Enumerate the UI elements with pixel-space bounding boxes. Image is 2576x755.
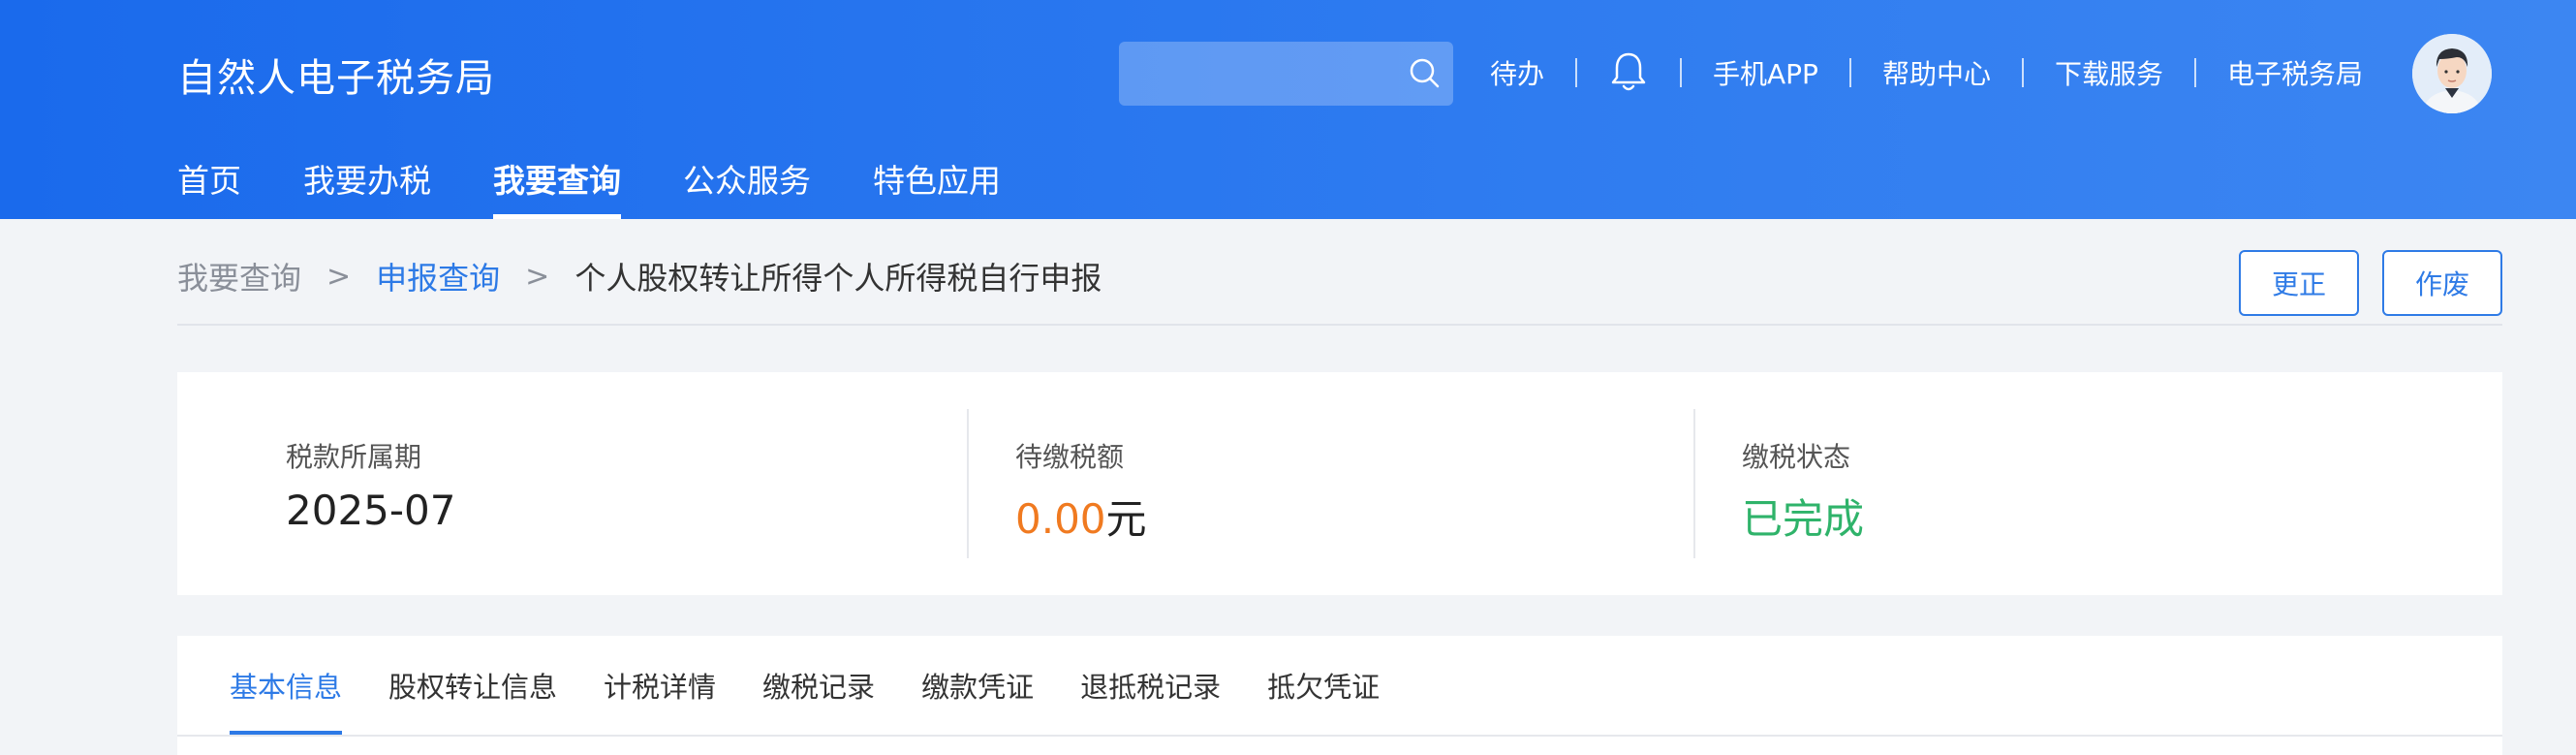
summary-card: 税款所属期 2025-07 待缴税额 0.00元 缴税状态 已完成 — [177, 372, 2502, 595]
top-links: 待办 手机APP 帮助中心 下载服务 电子税务局 — [1482, 39, 2394, 107]
breadcrumb-item-current: 个人股权转让所得个人所得税自行申报 — [574, 260, 1102, 297]
tab-basic-info[interactable]: 基本信息 — [230, 665, 343, 735]
main-nav: 首页 我要办税 我要查询 公众服务 特色应用 — [177, 155, 1063, 219]
tab-payment-records[interactable]: 缴税记录 — [762, 665, 875, 735]
divider — [177, 735, 2502, 737]
nav-public-service[interactable]: 公众服务 — [683, 155, 811, 219]
e-tax-bureau-link[interactable]: 电子税务局 — [2196, 53, 2394, 92]
correct-button[interactable]: 更正 — [2239, 250, 2359, 316]
amount-due-label: 待缴税额 — [1015, 441, 1125, 473]
divider — [1575, 58, 1578, 87]
amount-due-unit: 元 — [1105, 495, 1147, 543]
bell-icon[interactable] — [1606, 48, 1651, 97]
payment-status-label: 缴税状态 — [1742, 441, 1851, 473]
amount-due-value: 0.00元 — [1015, 487, 1147, 546]
todo-link[interactable]: 待办 — [1482, 53, 1575, 92]
tab-payment-voucher[interactable]: 缴款凭证 — [921, 665, 1034, 735]
chevron-right-icon: > — [525, 259, 550, 294]
void-button[interactable]: 作废 — [2382, 250, 2502, 316]
search-icon[interactable] — [1405, 53, 1445, 94]
detail-tabs-card: 基本信息 股权转让信息 计税详情 缴税记录 缴款凭证 退抵税记录 抵欠凭证 — [177, 636, 2502, 755]
download-service-link[interactable]: 下载服务 — [2024, 53, 2194, 92]
tab-tax-calculation[interactable]: 计税详情 — [604, 665, 716, 735]
help-center-link[interactable]: 帮助中心 — [1851, 53, 2022, 92]
nav-query[interactable]: 我要查询 — [493, 155, 621, 219]
amount-due-number: 0.00 — [1015, 495, 1106, 543]
tax-period-label: 税款所属期 — [286, 441, 422, 473]
payment-status-value: 已完成 — [1742, 495, 1865, 543]
avatar[interactable] — [2412, 34, 2492, 113]
tab-arrears-voucher[interactable]: 抵欠凭证 — [1267, 665, 1380, 735]
divider — [1693, 409, 1695, 558]
divider — [967, 409, 969, 558]
top-header: 自然人电子税务局 待办 手机APP 帮助中心 下载服务 电子税务局 首页 我要办… — [0, 0, 2576, 219]
nav-handle-tax[interactable]: 我要办税 — [303, 155, 431, 219]
site-brand[interactable]: 自然人电子税务局 — [177, 47, 495, 103]
nav-featured-apps[interactable]: 特色应用 — [873, 155, 1001, 219]
tab-bar: 基本信息 股权转让信息 计税详情 缴税记录 缴款凭证 退抵税记录 抵欠凭证 — [230, 665, 1426, 735]
chevron-right-icon: > — [326, 259, 352, 294]
tab-refund-records[interactable]: 退抵税记录 — [1080, 665, 1221, 735]
search-input[interactable] — [1119, 42, 1453, 106]
nav-home[interactable]: 首页 — [177, 155, 241, 219]
breadcrumb-item-declaration-query[interactable]: 申报查询 — [376, 254, 500, 299]
breadcrumb-item-query[interactable]: 我要查询 — [177, 254, 301, 299]
breadcrumb: 我要查询 > 申报查询 > 个人股权转让所得个人所得税自行申报 — [177, 254, 1102, 299]
divider — [177, 324, 2502, 326]
tax-period-value: 2025-07 — [286, 487, 456, 534]
mobile-app-link[interactable]: 手机APP — [1682, 53, 1849, 92]
tab-equity-transfer-info[interactable]: 股权转让信息 — [388, 665, 557, 735]
